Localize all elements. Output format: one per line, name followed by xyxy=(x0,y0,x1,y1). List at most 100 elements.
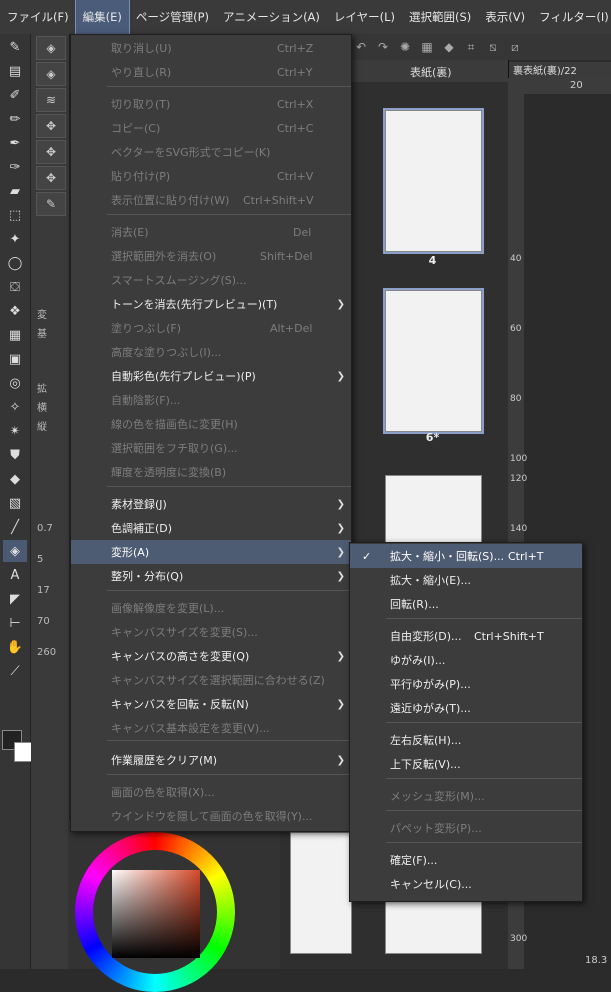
menu-separator xyxy=(386,618,582,619)
pen-icon[interactable]: ✎ xyxy=(3,36,27,58)
menu-item-10: パペット変形(P)... xyxy=(350,816,582,840)
brush-size-2: 5 xyxy=(37,554,44,565)
menu-selection[interactable]: 選択範囲(S) xyxy=(402,0,478,34)
gradient-icon[interactable]: ▧ xyxy=(3,492,27,514)
lasso-icon[interactable]: ◯ xyxy=(3,252,27,274)
subtool-move2-icon[interactable]: ✥ xyxy=(36,140,66,164)
property-label-d: 横 xyxy=(37,403,47,414)
menu-file[interactable]: ファイル(F) xyxy=(0,0,76,34)
menu-item-label: ゆがみ(I)... xyxy=(390,654,446,667)
menu-item-24[interactable]: キャンバスの高さを変更(Q) ❯ xyxy=(71,644,351,668)
menu-item-label: キャンセル(C)... xyxy=(390,878,472,891)
menu-item-8[interactable]: 上下反転(V)... xyxy=(350,752,582,776)
menu-animation[interactable]: アニメーション(A) xyxy=(216,0,327,34)
menu-item-label: 回転(R)... xyxy=(390,598,439,611)
menu-item-21[interactable]: 整列・分布(Q) ❯ xyxy=(71,564,351,588)
figure-icon[interactable]: ▦ xyxy=(3,324,27,346)
menu-item-14: 自動陰影(F)... xyxy=(71,388,351,412)
select-icon[interactable]: ⬚ xyxy=(3,204,27,226)
line-icon[interactable]: ╱ xyxy=(3,516,27,538)
object-select-icon[interactable]: ◈ xyxy=(3,540,27,562)
menu-item-19[interactable]: 色調補正(D) ❯ xyxy=(71,516,351,540)
eyedropper-icon[interactable]: ⟋ xyxy=(3,660,27,682)
subtool-move-icon[interactable]: ✥ xyxy=(36,114,66,138)
saturation-value-square[interactable] xyxy=(112,870,200,958)
menu-item-0[interactable]: ✓ 拡大・縮小・回転(S)... Ctrl+T xyxy=(350,544,582,568)
menu-item-label: 作業履歴をクリア(M) xyxy=(111,754,218,767)
menu-separator xyxy=(386,810,582,811)
menu-view[interactable]: 表示(V) xyxy=(478,0,532,34)
menu-separator xyxy=(386,842,582,843)
menu-item-4[interactable]: ゆがみ(I)... xyxy=(350,648,582,672)
menu-item-7[interactable]: 左右反転(H)... xyxy=(350,728,582,752)
menu-item-3[interactable]: 自由変形(D)... Ctrl+Shift+T xyxy=(350,624,582,648)
layer-move-icon[interactable]: ▤ xyxy=(3,60,27,82)
submenu-arrow-icon: ❯ xyxy=(336,650,345,662)
blend-icon[interactable]: ❖ xyxy=(3,300,27,322)
menu-item-10[interactable]: トーンを消去(先行プレビュー)(T) ❯ xyxy=(71,292,351,316)
menu-item-6: 表示位置に貼り付け(W) Ctrl+Shift+V xyxy=(71,188,351,212)
menu-item-shortcut: Ctrl+C xyxy=(277,121,314,135)
menu-item-13[interactable]: 自動彩色(先行プレビュー)(P) ❯ xyxy=(71,364,351,388)
menu-item-5[interactable]: 平行ゆがみ(P)... xyxy=(350,672,582,696)
hand-icon[interactable]: ✋ xyxy=(3,636,27,658)
menu-item-2[interactable]: 回転(R)... xyxy=(350,592,582,616)
redo-icon[interactable]: ↷ xyxy=(372,37,394,57)
menu-filter[interactable]: フィルター(I) xyxy=(532,0,611,34)
page-thumbnail-4[interactable] xyxy=(383,108,484,254)
frame-icon[interactable]: ▣ xyxy=(3,348,27,370)
eraser-tool-icon[interactable]: ▰ xyxy=(3,180,27,202)
fill-bucket-icon[interactable]: ◆ xyxy=(438,37,460,57)
page-thumbnail-9[interactable] xyxy=(290,832,352,954)
subtool-move3-icon[interactable]: ✥ xyxy=(36,166,66,190)
menu-item-label: 選択範囲をフチ取り(G)... xyxy=(111,442,238,455)
undo-icon[interactable]: ↶ xyxy=(350,37,372,57)
menu-item-11[interactable]: 確定(F)... xyxy=(350,848,582,872)
crop-icon[interactable]: ⌗ xyxy=(460,37,482,57)
menu-page-management[interactable]: ページ管理(P) xyxy=(129,0,216,34)
eraser-icon[interactable]: ✐ xyxy=(3,84,27,106)
menu-edit[interactable]: 編集(E) xyxy=(74,0,130,35)
decoration-icon[interactable]: ✴ xyxy=(3,420,27,442)
sub-tool-panel: ◈ ◈ ≋ ✥ ✥ ✥ ✎ 変 基 拡 横 縦 0.7 5 17 70 260 xyxy=(31,34,70,969)
balloon-icon[interactable]: ◤ xyxy=(3,588,27,610)
sparkle-icon[interactable]: ✧ xyxy=(3,396,27,418)
text-icon[interactable]: A xyxy=(3,564,27,586)
airbrush-icon[interactable]: ✑ xyxy=(3,156,27,178)
page-thumbnail-6[interactable] xyxy=(383,288,484,434)
menu-item-18[interactable]: 素材登録(J) ❯ xyxy=(71,492,351,516)
ruler-icon[interactable]: ⊢ xyxy=(3,612,27,634)
menu-separator xyxy=(386,722,582,723)
menu-item-12[interactable]: キャンセル(C)... xyxy=(350,872,582,896)
menu-item-label: 高度な塗りつぶし(I)... xyxy=(111,346,222,359)
submenu-arrow-icon: ❯ xyxy=(336,546,345,558)
pencil-icon[interactable]: ✏ xyxy=(3,108,27,130)
subtool-object-icon[interactable]: ◈ xyxy=(36,36,66,60)
bucket-icon[interactable]: ◆ xyxy=(3,468,27,490)
menu-item-28[interactable]: 作業履歴をクリア(M) ❯ xyxy=(71,748,351,772)
wand-icon[interactable]: ✦ xyxy=(3,228,27,250)
menu-item-20[interactable]: 変形(A) ❯ xyxy=(71,540,351,564)
menu-item-1[interactable]: 拡大・縮小(E)... xyxy=(350,568,582,592)
grid-icon[interactable]: ▦ xyxy=(416,37,438,57)
subtool-pick-icon[interactable]: ✎ xyxy=(36,192,66,216)
menu-item-label: 拡大・縮小(E)... xyxy=(390,574,472,587)
menu-separator xyxy=(107,214,351,215)
rotate-icon[interactable]: ◎ xyxy=(3,372,27,394)
canvas-tab[interactable]: 裏表紙(裏)/22 xyxy=(509,62,611,78)
slash-icon[interactable]: ⧅ xyxy=(482,37,504,57)
menu-item-6[interactable]: 遠近ゆがみ(T)... xyxy=(350,696,582,720)
menu-item-12: 高度な塗りつぶし(I)... xyxy=(71,340,351,364)
subtool-stack-icon[interactable]: ≋ xyxy=(36,88,66,112)
menu-layer[interactable]: レイヤー(L) xyxy=(327,0,402,34)
menu-item-shortcut: Ctrl+Y xyxy=(277,65,313,79)
stamp-icon[interactable]: ⛊ xyxy=(3,444,27,466)
subtool-layer-icon[interactable]: ◈ xyxy=(36,62,66,86)
vruler-mark-80: 80 xyxy=(510,394,522,404)
loading-icon[interactable]: ✺ xyxy=(394,37,416,57)
menu-item-26[interactable]: キャンバスを回転・反転(N) ❯ xyxy=(71,692,351,716)
lock-icon[interactable]: ⧄ xyxy=(504,37,526,57)
fill-icon[interactable]: ⛋ xyxy=(3,276,27,298)
brush-icon[interactable]: ✒ xyxy=(3,132,27,154)
page-number-6: 6* xyxy=(425,431,440,444)
